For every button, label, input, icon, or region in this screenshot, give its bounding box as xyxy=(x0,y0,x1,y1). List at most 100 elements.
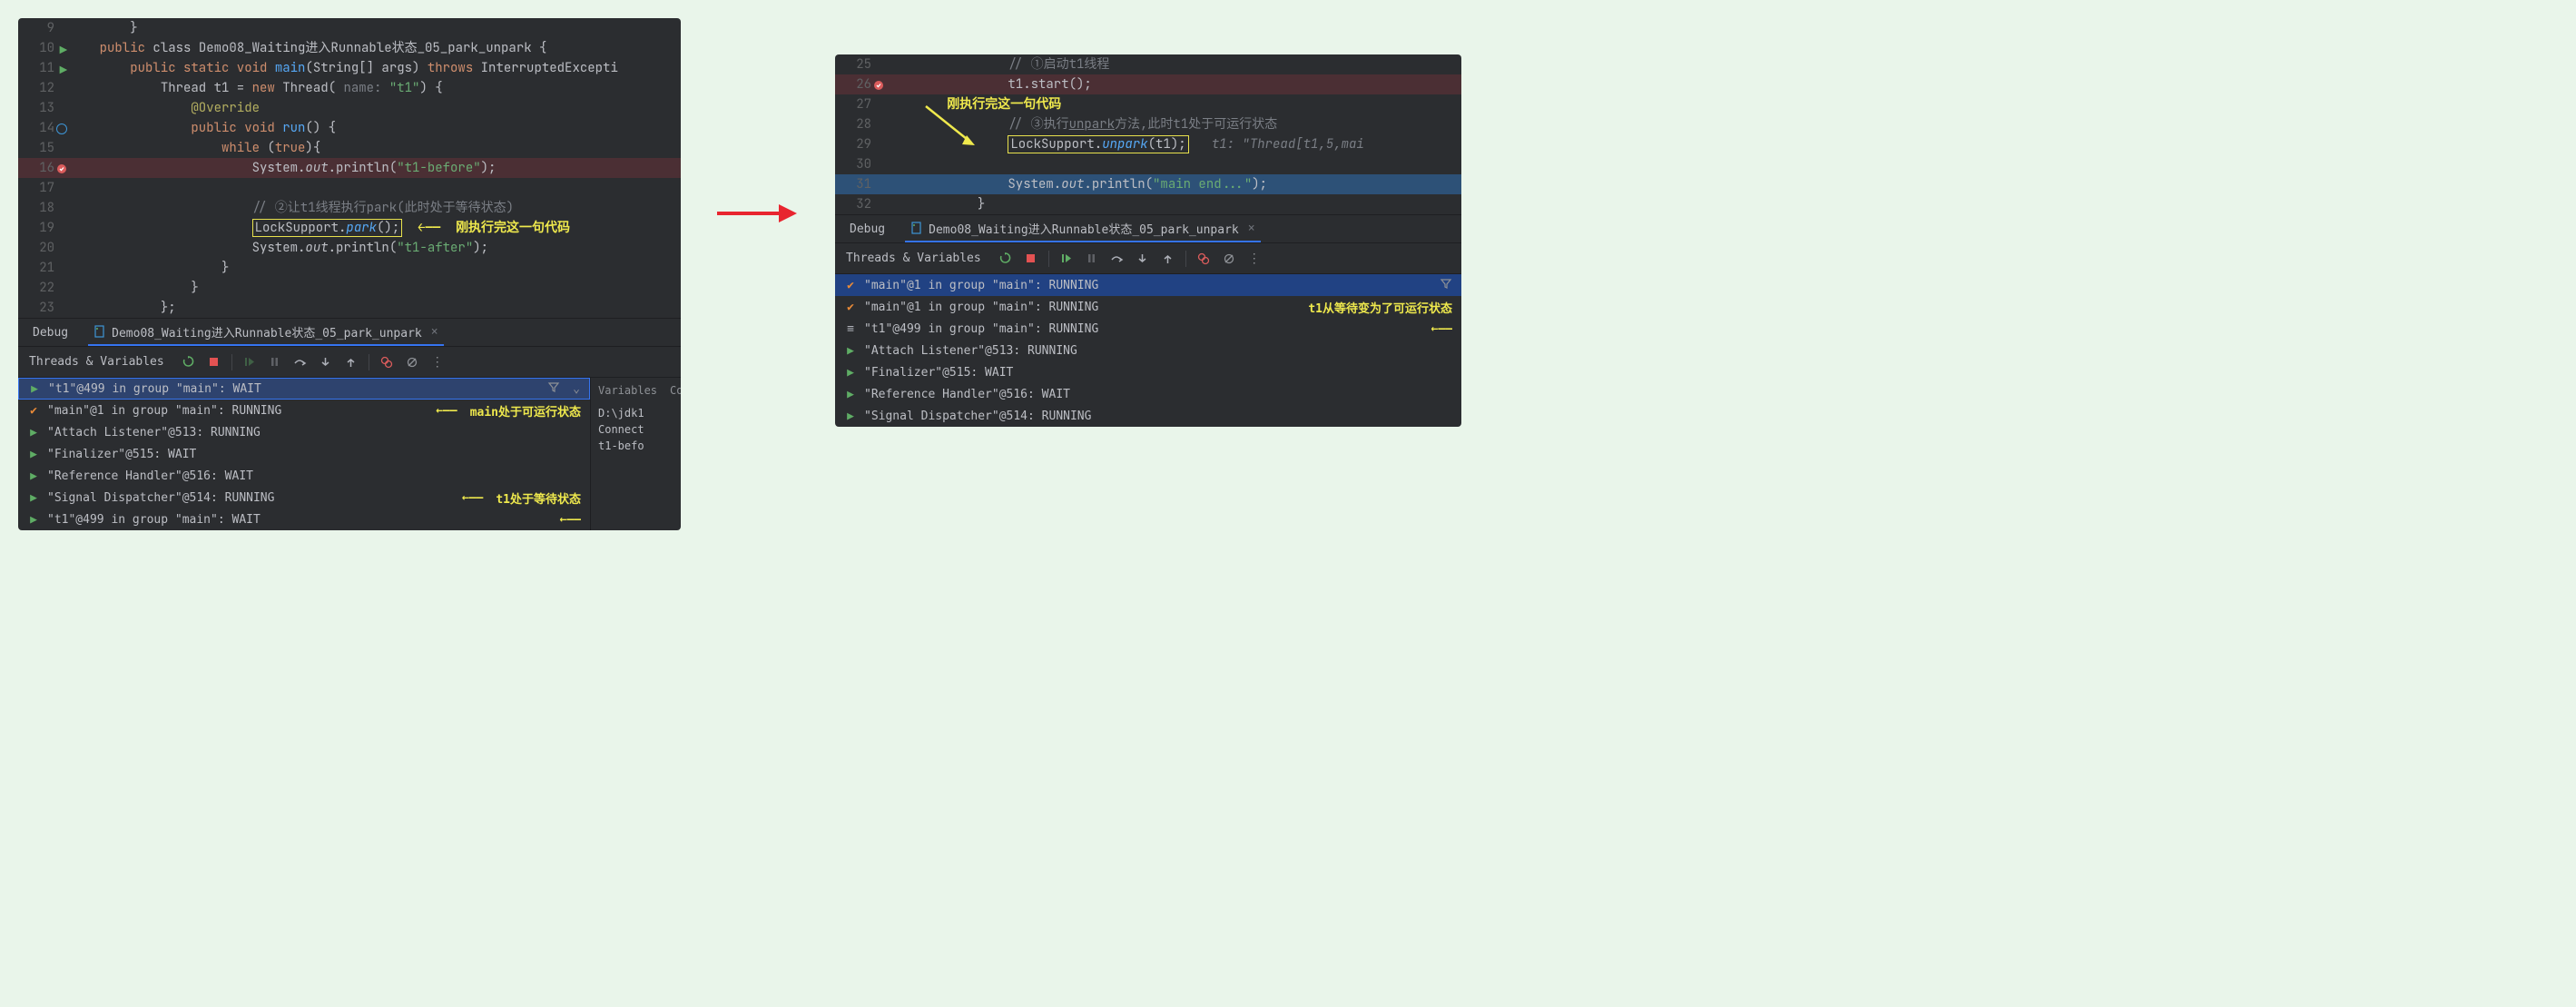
gutter[interactable]: 12 xyxy=(18,78,69,98)
more-icon[interactable]: ⋮ xyxy=(1246,251,1263,267)
gutter[interactable]: 31 xyxy=(835,174,886,194)
thread-row[interactable]: ▶"Finalizer"@515: WAIT xyxy=(835,361,1461,383)
gutter[interactable]: 29 xyxy=(835,134,886,154)
thread-row[interactable]: ≡"t1"@499 in group "main": RUNNING←—— xyxy=(835,318,1461,340)
gutter[interactable]: 27 xyxy=(835,94,886,114)
thread-row[interactable]: ▶"Reference Handler"@516: WAIT xyxy=(18,465,590,487)
filter-icon[interactable] xyxy=(1440,277,1452,293)
code-line[interactable]: 29 LockSupport.unpark(t1); t1: "Thread[t… xyxy=(835,134,1461,154)
pointer-arrow-icon: ←—— xyxy=(560,513,581,527)
gutter[interactable]: 25 xyxy=(835,54,886,74)
gutter[interactable]: 15 xyxy=(18,138,69,158)
thread-row[interactable]: ✔"main"@1 in group "main": RUNNINGt1从等待变… xyxy=(835,296,1461,318)
gutter[interactable]: 19 xyxy=(18,218,69,238)
code-line[interactable]: 17 xyxy=(18,178,681,198)
code-line[interactable]: 30 xyxy=(835,154,1461,174)
view-breakpoints-icon[interactable] xyxy=(1195,251,1212,267)
code-line[interactable]: 9 } xyxy=(18,18,681,38)
gutter[interactable]: 13 xyxy=(18,98,69,118)
code-content: // ③执行unpark方法,此时t1处于可运行状态 xyxy=(886,114,1461,134)
code-line[interactable]: 25 // ①启动t1线程 xyxy=(835,54,1461,74)
thread-row[interactable]: ▶"Signal Dispatcher"@514: RUNNING xyxy=(835,405,1461,427)
thread-row[interactable]: ▶"t1"@499 in group "main": WAIT⌄ xyxy=(18,378,590,400)
stop-icon[interactable] xyxy=(1023,251,1039,267)
gutter[interactable]: 17 xyxy=(18,178,69,198)
code-line[interactable]: 11▶ public static void main(String[] arg… xyxy=(18,58,681,78)
code-line[interactable]: 28 // ③执行unpark方法,此时t1处于可运行状态 xyxy=(835,114,1461,134)
gutter[interactable]: 16 xyxy=(18,158,69,178)
close-icon[interactable]: × xyxy=(1248,222,1255,235)
gutter[interactable]: 26 xyxy=(835,74,886,94)
more-icon[interactable]: ⋮ xyxy=(429,354,446,370)
variables-tab[interactable]: Variables xyxy=(598,384,657,399)
code-line[interactable]: 27 刚执行完这一句代码 xyxy=(835,94,1461,114)
thread-row[interactable]: ▶"Attach Listener"@513: RUNNING xyxy=(18,421,590,443)
pause-icon[interactable] xyxy=(1084,251,1100,267)
gutter[interactable]: 28 xyxy=(835,114,886,134)
thread-state-icon: ▶ xyxy=(27,513,40,527)
thread-row[interactable]: ▶"Reference Handler"@516: WAIT xyxy=(835,383,1461,405)
gutter[interactable]: 21 xyxy=(18,258,69,278)
thread-label: "Attach Listener"@513: RUNNING xyxy=(47,426,581,439)
step-over-icon[interactable] xyxy=(292,354,309,370)
code-line[interactable]: 12 Thread t1 = new Thread( name: "t1") { xyxy=(18,78,681,98)
resume-icon[interactable] xyxy=(1058,251,1075,267)
mute-breakpoints-icon[interactable] xyxy=(404,354,420,370)
thread-row[interactable]: ▶"t1"@499 in group "main": WAIT←—— xyxy=(18,508,590,530)
thread-row[interactable]: ✔"main"@1 in group "main": RUNNING←——mai… xyxy=(18,400,590,421)
code-line[interactable]: 16 System.out.println("t1-before"); xyxy=(18,158,681,178)
code-line[interactable]: 13 @Override xyxy=(18,98,681,118)
thread-row[interactable]: ▶"Signal Dispatcher"@514: RUNNING←——t1处于… xyxy=(18,487,590,508)
close-icon[interactable]: × xyxy=(431,325,438,339)
thread-row[interactable]: ✔"main"@1 in group "main": RUNNING xyxy=(835,274,1461,296)
gutter[interactable]: 30 xyxy=(835,154,886,174)
thread-row[interactable]: ▶"Attach Listener"@513: RUNNING xyxy=(835,340,1461,361)
rerun-icon[interactable] xyxy=(998,251,1014,267)
step-over-icon[interactable] xyxy=(1109,251,1126,267)
gutter[interactable]: 32 xyxy=(835,194,886,214)
gutter[interactable]: 20 xyxy=(18,238,69,258)
step-out-icon[interactable] xyxy=(343,354,359,370)
rerun-icon[interactable] xyxy=(181,354,197,370)
chevron-down-icon[interactable]: ⌄ xyxy=(573,382,580,396)
step-into-icon[interactable] xyxy=(1135,251,1151,267)
debug-tab[interactable]: Debug xyxy=(844,215,890,242)
thread-row[interactable]: ▶"Finalizer"@515: WAIT xyxy=(18,443,590,465)
thread-label: "main"@1 in group "main": RUNNING xyxy=(864,279,1432,292)
code-line[interactable]: 23 }; xyxy=(18,298,681,318)
code-line[interactable]: 15 while (true){ xyxy=(18,138,681,158)
code-line[interactable]: 22 } xyxy=(18,278,681,298)
gutter[interactable]: 14 xyxy=(18,118,69,138)
step-out-icon[interactable] xyxy=(1160,251,1176,267)
debug-file-tab[interactable]: Demo08_Waiting进入Runnable状态_05_park_unpar… xyxy=(905,215,1260,242)
code-line[interactable]: 32 } xyxy=(835,194,1461,214)
pause-icon[interactable] xyxy=(267,354,283,370)
stop-icon[interactable] xyxy=(206,354,222,370)
debug-tab[interactable]: Debug xyxy=(27,319,74,346)
gutter[interactable]: 9 xyxy=(18,18,69,38)
console-tab[interactable]: Conso xyxy=(670,384,681,399)
code-editor-right[interactable]: 25 // ①启动t1线程26 t1.start();27 刚执行完这一句代码2… xyxy=(835,54,1461,214)
code-line[interactable]: 31 System.out.println("main end..."); xyxy=(835,174,1461,194)
code-content: System.out.println("t1-after"); xyxy=(69,238,681,258)
gutter[interactable]: 10▶ xyxy=(18,38,69,58)
code-line[interactable]: 14 public void run() { xyxy=(18,118,681,138)
code-line[interactable]: 18 // ②让t1线程执行park(此时处于等待状态) xyxy=(18,198,681,218)
code-editor-left[interactable]: 9 }10▶ public class Demo08_Waiting进入Runn… xyxy=(18,18,681,318)
step-into-icon[interactable] xyxy=(318,354,334,370)
code-line[interactable]: 19 LockSupport.park(); ←—— 刚执行完这一句代码 xyxy=(18,218,681,238)
view-breakpoints-icon[interactable] xyxy=(379,354,395,370)
pointer-arrow-icon: ←—— xyxy=(462,491,483,505)
gutter[interactable]: 23 xyxy=(18,298,69,318)
filter-icon[interactable] xyxy=(547,380,560,397)
code-line[interactable]: 10▶ public class Demo08_Waiting进入Runnabl… xyxy=(18,38,681,58)
code-line[interactable]: 26 t1.start(); xyxy=(835,74,1461,94)
resume-icon[interactable] xyxy=(241,354,258,370)
mute-breakpoints-icon[interactable] xyxy=(1221,251,1237,267)
code-line[interactable]: 21 } xyxy=(18,258,681,278)
gutter[interactable]: 18 xyxy=(18,198,69,218)
gutter[interactable]: 22 xyxy=(18,278,69,298)
debug-file-tab[interactable]: Demo08_Waiting进入Runnable状态_05_park_unpar… xyxy=(88,319,443,346)
code-line[interactable]: 20 System.out.println("t1-after"); xyxy=(18,238,681,258)
gutter[interactable]: 11▶ xyxy=(18,58,69,78)
